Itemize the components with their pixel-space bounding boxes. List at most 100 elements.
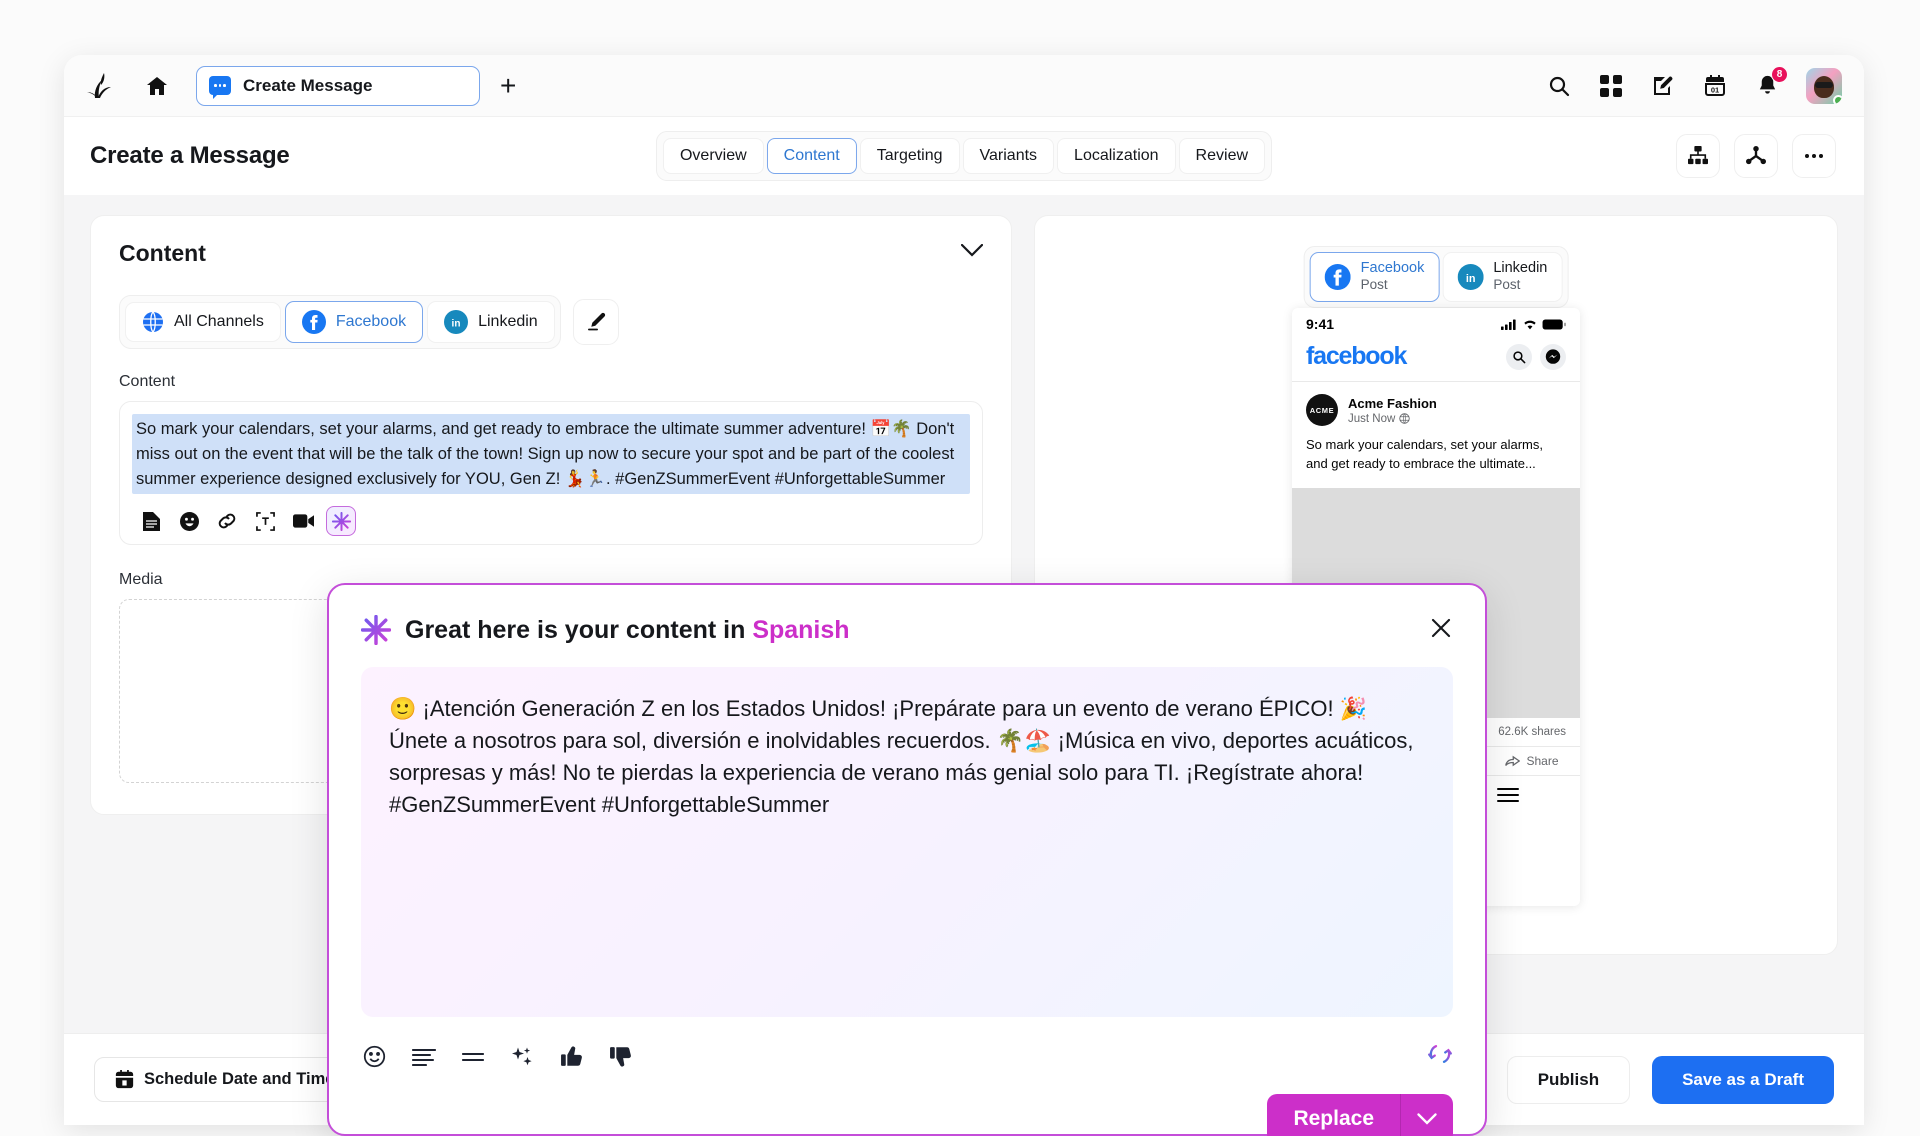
content-editor[interactable]: So mark your calendars, set your alarms,… [119, 401, 983, 546]
link-icon[interactable] [212, 506, 242, 536]
ai-sparkle-icon [361, 615, 391, 645]
channel-label: Facebook [335, 313, 407, 330]
facebook-logo: facebook [1306, 342, 1407, 370]
status-dot [1833, 94, 1842, 104]
messenger-icon[interactable] [1540, 343, 1566, 370]
share-nodes-icon[interactable] [1734, 134, 1778, 178]
tab-content[interactable]: Content [766, 138, 857, 174]
tab-variants[interactable]: Variants [962, 138, 1055, 174]
globe-icon [1399, 413, 1410, 424]
schedule-date-time-button[interactable]: Schedule Date and Time [94, 1057, 356, 1102]
modal-title-prefix: Great here is your content in [405, 615, 753, 644]
header-actions [1676, 134, 1836, 178]
preview-tab-sub: Post [1493, 277, 1521, 293]
avatar[interactable] [1806, 67, 1842, 104]
chevron-down-icon[interactable] [960, 243, 984, 263]
text-align-icon[interactable] [412, 1048, 436, 1066]
ai-sparkle-icon[interactable] [326, 506, 356, 537]
facebook-app-header: facebook [1292, 340, 1580, 382]
battery-icon [1542, 318, 1566, 330]
svg-text:01: 01 [1711, 85, 1719, 94]
calendar-icon [115, 1070, 134, 1089]
replace-button-group: Replace [1267, 1094, 1453, 1136]
text-box-icon[interactable] [250, 506, 280, 536]
section-tabs: Overview Content Targeting Variants Loca… [655, 131, 1273, 181]
modal-title-language: Spanish [752, 615, 850, 644]
page-header: Create a Message Overview Content Target… [64, 117, 1864, 195]
share-arrow-icon [1505, 755, 1521, 767]
plus-icon[interactable]: + [500, 71, 516, 100]
browser-tab-create-message[interactable]: Create Message [196, 65, 480, 106]
post-timestamp: Just Now [1348, 413, 1437, 425]
emoji-icon[interactable] [174, 506, 204, 536]
shorten-icon[interactable] [462, 1051, 484, 1063]
search-icon[interactable] [1546, 73, 1572, 99]
share-button[interactable]: Share [1484, 754, 1580, 768]
translated-content-panel: 🙂 ¡Atención Generación Z en los Estados … [361, 667, 1453, 1017]
facebook-icon [301, 310, 326, 334]
content-card-header: Content [119, 240, 984, 267]
regenerate-icon[interactable] [1427, 1041, 1453, 1072]
thumbs-down-icon[interactable] [609, 1045, 632, 1068]
close-icon[interactable] [1429, 616, 1453, 645]
svg-text:in: in [1466, 273, 1476, 285]
apps-grid-icon[interactable] [1598, 73, 1624, 99]
modal-footer: Replace [361, 1094, 1453, 1136]
more-options-icon[interactable] [1792, 134, 1836, 178]
replace-dropdown-button[interactable] [1400, 1094, 1453, 1136]
channel-label: Linkedin [478, 313, 538, 330]
svg-text:in: in [452, 319, 461, 330]
page-title: Create a Message [90, 142, 290, 169]
channel-facebook[interactable]: Facebook [284, 301, 424, 343]
document-icon[interactable] [136, 506, 166, 536]
translated-text[interactable]: 🙂 ¡Atención Generación Z en los Estados … [389, 693, 1425, 821]
tab-localization[interactable]: Localization [1057, 138, 1176, 174]
pencil-icon[interactable] [572, 299, 619, 345]
modal-header: Great here is your content in Spanish [361, 615, 1453, 645]
save-draft-button[interactable]: Save as a Draft [1652, 1055, 1834, 1104]
channel-linkedin[interactable]: in Linkedin [427, 301, 555, 343]
replace-button[interactable]: Replace [1267, 1094, 1400, 1136]
preview-tabs: Facebook Post in Linkedin Post [1303, 246, 1569, 308]
phone-status-bar: 9:41 [1292, 308, 1580, 340]
modal-title: Great here is your content in Spanish [405, 616, 850, 645]
content-card-title: Content [119, 240, 206, 266]
modal-toolbar [361, 1041, 1453, 1072]
tab-targeting[interactable]: Targeting [859, 138, 960, 174]
leaf-sprout-logo[interactable] [84, 69, 118, 103]
publish-button[interactable]: Publish [1506, 1055, 1631, 1104]
cellular-signal-icon [1501, 319, 1516, 330]
linkedin-icon: in [1457, 263, 1484, 290]
linkedin-icon: in [444, 310, 469, 334]
brand-name: Acme Fashion [1348, 396, 1437, 412]
emoji-outline-icon[interactable] [363, 1045, 386, 1068]
preview-tab-name: Facebook [1360, 260, 1425, 276]
brand-avatar: ACME [1306, 394, 1338, 426]
tab-review[interactable]: Review [1178, 138, 1266, 174]
thumbs-up-icon[interactable] [560, 1045, 583, 1068]
tab-overview[interactable]: Overview [662, 138, 764, 174]
post-header: ACME Acme Fashion Just Now [1292, 382, 1580, 426]
search-icon[interactable] [1506, 343, 1532, 370]
calendar-icon[interactable]: 01 [1702, 73, 1728, 99]
preview-tab-linkedin[interactable]: in Linkedin Post [1442, 252, 1563, 302]
video-icon[interactable] [288, 506, 318, 536]
compose-icon[interactable] [1650, 73, 1676, 99]
home-icon[interactable] [140, 69, 174, 103]
preview-tab-facebook[interactable]: Facebook Post [1309, 252, 1440, 302]
content-text[interactable]: So mark your calendars, set your alarms,… [132, 414, 970, 495]
bell-icon[interactable]: 8 [1754, 65, 1788, 99]
editor-toolbar [132, 506, 970, 537]
post-text: So mark your calendars, set your alarms,… [1306, 437, 1543, 471]
org-chart-icon[interactable] [1676, 134, 1720, 178]
channel-all-channels[interactable]: All Channels [125, 302, 281, 342]
channel-label: All Channels [174, 313, 264, 330]
sparkles-icon[interactable] [510, 1045, 534, 1069]
preview-tab-sub: Post [1360, 277, 1388, 293]
preview-tab-name: Linkedin [1493, 260, 1548, 276]
browser-tab-label: Create Message [243, 75, 373, 95]
globe-icon [143, 311, 163, 333]
wifi-icon [1524, 320, 1536, 329]
translation-modal: Great here is your content in Spanish 🙂 … [327, 583, 1487, 1136]
notification-badge: 8 [1771, 65, 1788, 83]
